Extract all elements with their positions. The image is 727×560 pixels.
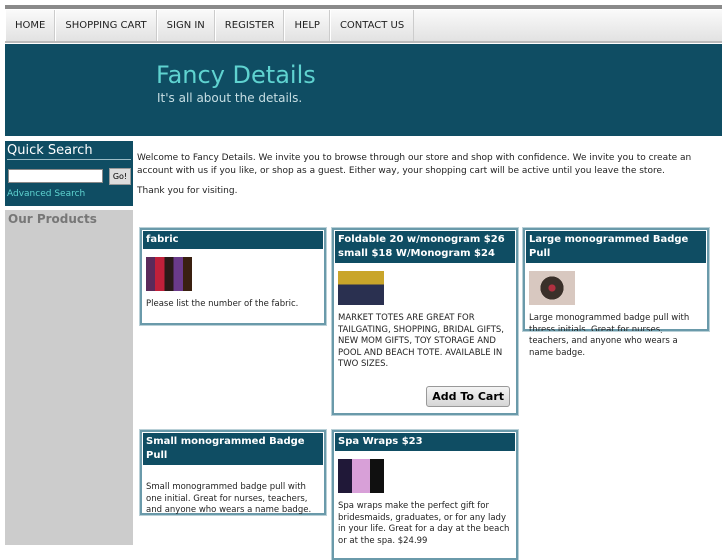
product-title[interactable]: Large monogrammed Badge Pull — [526, 231, 706, 263]
products-title: Our Products — [8, 212, 97, 226]
product-description: Small monogrammed badge pull with one in… — [146, 482, 312, 515]
top-nav: HOME SHOPPING CART SIGN IN REGISTER HELP… — [5, 10, 722, 43]
product-card-large-badge-pull: Large monogrammed Badge Pull Large monog… — [522, 227, 710, 358]
product-card-spa-wraps: Spa Wraps $23 Spa wraps make the perfect… — [331, 429, 519, 560]
product-card-foldable-tote: Foldable 20 w/monogram $26 small $18 W/M… — [331, 227, 519, 416]
site-title: Fancy Details — [156, 61, 316, 89]
product-title[interactable]: Foldable 20 w/monogram $26 small $18 W/M… — [335, 231, 515, 263]
fabric-photo[interactable] — [146, 257, 192, 291]
advanced-search-link[interactable]: Advanced Search — [7, 189, 85, 199]
product-title[interactable]: Spa Wraps $23 — [335, 433, 515, 451]
quick-search-title: Quick Search — [7, 143, 131, 160]
welcome-text: Welcome to Fancy Details. We invite you … — [137, 152, 722, 205]
product-title[interactable]: fabric — [143, 231, 323, 249]
site-tagline: It's all about the details. — [157, 91, 303, 105]
nav-contact-us[interactable]: CONTACT US — [329, 10, 415, 41]
product-title[interactable]: Small monogrammed Badge Pull — [143, 433, 323, 465]
add-to-cart-button[interactable]: Add To Cart — [426, 386, 510, 407]
nav-home[interactable]: HOME — [5, 10, 56, 41]
search-input[interactable] — [8, 169, 103, 183]
top-rule — [5, 5, 722, 9]
product-description: Spa wraps make the perfect gift for brid… — [338, 501, 510, 546]
products-sidebar: Our Products — [5, 210, 133, 545]
nav-sign-in[interactable]: SIGN IN — [156, 10, 215, 41]
nav-shopping-cart[interactable]: SHOPPING CART — [55, 10, 157, 41]
tote-photo[interactable] — [338, 271, 384, 305]
site-header: Fancy Details It's all about the details… — [5, 44, 722, 136]
product-description: Please list the number of the fabric. — [146, 299, 299, 309]
go-button[interactable]: Go! — [109, 168, 131, 185]
welcome-paragraph: Welcome to Fancy Details. We invite you … — [137, 153, 692, 176]
spa-wrap-photo[interactable] — [338, 459, 384, 493]
product-description: Large monogrammed badge pull with thress… — [529, 313, 690, 358]
quick-search-box: Quick Search Go! Advanced Search — [5, 141, 133, 206]
product-card-fabric: fabric Please list the number of the fab… — [139, 227, 327, 326]
product-description: MARKET TOTES ARE GREAT FOR TAILGATING, S… — [338, 313, 504, 369]
nav-register[interactable]: REGISTER — [214, 10, 285, 41]
nav-help[interactable]: HELP — [284, 10, 330, 41]
product-card-small-badge-pull: Small monogrammed Badge Pull Small monog… — [139, 429, 327, 516]
thanks-paragraph: Thank you for visiting. — [137, 186, 238, 196]
badge-photo[interactable] — [529, 271, 575, 305]
